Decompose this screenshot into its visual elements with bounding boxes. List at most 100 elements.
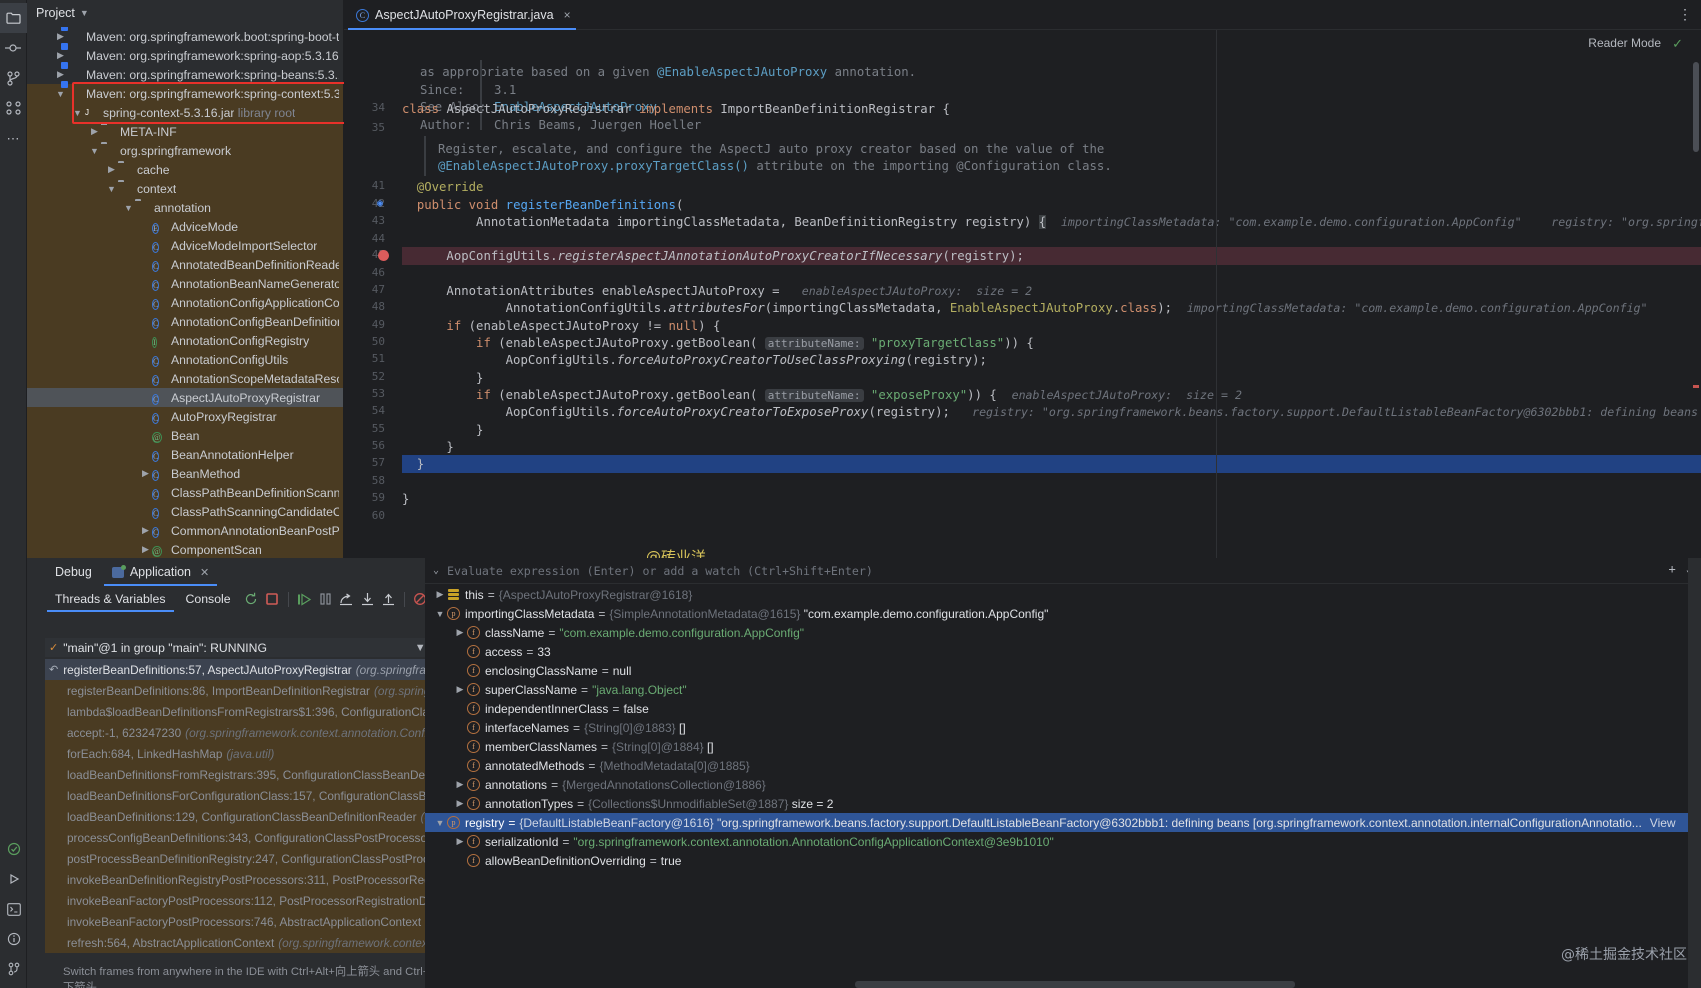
variable-row[interactable]: f access = 33 [425,642,1701,661]
stack-frame-item[interactable]: loadBeanDefinitions:129, ConfigurationCl… [45,806,445,827]
project-tree-item[interactable]: C AnnotationConfigApplicationContext [27,293,343,312]
chevron-right-icon[interactable]: ▶ [453,684,467,695]
step-out-icon[interactable] [378,588,399,610]
notifications-icon[interactable] [0,924,27,954]
stop-icon[interactable] [262,588,283,610]
editor-gutter[interactable]: 3435414243444546474849505152535455565758… [344,30,399,558]
variable-row[interactable]: ▶ this = {AspectJAutoProxyRegistrar@1618} [425,585,1701,604]
project-tree-item[interactable]: C AnnotatedBeanDefinitionReader [27,255,343,274]
project-tree-item[interactable]: C ClassPathScanningCandidateComponentProv… [27,502,343,521]
chevron-right-icon[interactable]: ▶ [54,31,67,42]
stack-frame-item[interactable]: ↶ registerBeanDefinitions:57, AspectJAuto… [45,659,445,680]
project-panel-header[interactable]: Project ▼ [27,0,343,26]
variables-tree[interactable]: ▶ this = {AspectJAutoProxyRegistrar@1618} ▼… [425,585,1701,988]
variable-row[interactable]: ▶ f annotations = {MergedAnnotationsCollecti… [425,775,1701,794]
stack-frame-item[interactable]: loadBeanDefinitionsFromRegistrars:395, C… [45,764,445,785]
chevron-down-icon[interactable]: ▼ [105,184,118,194]
stack-frame-item[interactable]: invokeBeanDefinitionRegistryPostProcesso… [45,869,445,890]
variable-row[interactable]: f enclosingClassName = null [425,661,1701,680]
stack-frame-item[interactable]: postProcessBeanDefinitionRegistry:247, C… [45,848,445,869]
chevron-right-icon[interactable]: ▶ [453,836,467,847]
editor-scrollbar[interactable] [1691,60,1701,558]
subtab-threads-variables[interactable]: Threads & Variables [45,586,176,612]
chevron-right-icon[interactable]: ▶ [433,589,447,600]
project-tree-item[interactable]: ▶ META-INF [27,122,343,141]
stack-frame-item[interactable]: invokeBeanFactoryPostProcessors:112, Pos… [45,890,445,911]
variable-row[interactable]: f interfaceNames = {String[0]@1883} [] [425,718,1701,737]
stack-frames-list[interactable]: ↶ registerBeanDefinitions:57, AspectJAuto… [45,659,445,988]
variable-row[interactable]: ▶ f className = "com.example.demo.configurat… [425,623,1701,642]
project-tree-item[interactable]: ▶ C BeanMethod [27,464,343,483]
stack-frame-item[interactable]: loadBeanDefinitionsForConfigurationClass… [45,785,445,806]
stack-frame-item[interactable]: invokeBeanFactoryPostProcessors:746, Abs… [45,911,445,932]
chevron-right-icon[interactable]: ▶ [453,627,467,638]
project-tree[interactable]: ▶ Maven: org.springframework.boot:spring-… [27,27,343,558]
structure-icon[interactable] [0,93,27,123]
chevron-right-icon[interactable]: ▶ [54,50,67,61]
project-tree-item[interactable]: ▼ annotation [27,198,343,217]
more-options-icon[interactable]: ⋮ [1678,6,1693,23]
project-tree-item[interactable]: ▶ cache [27,160,343,179]
stack-frame-item[interactable]: refresh:564, AbstractApplicationContext(… [45,932,445,953]
rerun-icon[interactable] [241,588,262,610]
variables-horizontal-scrollbar[interactable] [855,981,1295,988]
chevron-right-icon[interactable]: ▶ [54,69,67,80]
run-icon[interactable] [0,864,27,894]
chevron-right-icon[interactable]: ▶ [139,544,152,555]
evaluate-expression-bar[interactable]: ⌄ Evaluate expression (Enter) or add a w… [425,558,1701,584]
step-into-icon[interactable] [357,588,378,610]
add-watch-icon[interactable]: + [1669,562,1676,576]
chevron-down-icon[interactable]: ▼ [433,609,447,619]
reader-mode-label[interactable]: Reader Mode [1588,36,1661,50]
project-tree-item[interactable]: C AnnotationConfigUtils [27,350,343,369]
variable-row[interactable]: ▶ f annotationTypes = {Collections$Unmodifia… [425,794,1701,813]
code-view[interactable]: Reader Mode ✓ 34354142434445464748495051… [344,30,1701,558]
variable-row[interactable]: f annotatedMethods = {MethodMetadata[0]@188… [425,756,1701,775]
stack-frame-item[interactable]: processConfigBeanDefinitions:343, Config… [45,827,445,848]
pause-program-icon[interactable] [315,588,336,610]
chevron-down-icon[interactable]: ▼ [54,89,67,99]
variable-row[interactable]: f allowBeanDefinitionOverriding = true [425,851,1701,870]
tab-debug[interactable]: Debug [45,558,102,586]
project-tree-item[interactable]: ▶ Maven: org.springframework.boot:spring-… [27,27,343,46]
commit-tool-icon[interactable] [0,33,27,63]
variable-row[interactable]: ▼ p importingClassMetadata = {SimpleAnnotati… [425,604,1701,623]
chevron-down-icon[interactable]: ▼ [80,8,89,18]
variable-row[interactable]: ▼ p registry = {DefaultListableBeanFactory@1… [425,813,1701,832]
resume-program-icon[interactable] [294,588,315,610]
project-tree-item[interactable]: ▼ context [27,179,343,198]
project-tree-item[interactable]: ▼ org.springframework [27,141,343,160]
variable-row[interactable]: f independentInnerClass = false [425,699,1701,718]
chevron-down-icon[interactable]: ▼ [122,203,135,213]
chevron-right-icon[interactable]: ▶ [453,798,467,809]
project-tree-item[interactable]: C AnnotationConfigBeanDefinitionParser [27,312,343,331]
problems-icon[interactable] [0,834,27,864]
subtab-console[interactable]: Console [176,586,241,612]
project-tree-item[interactable]: ▶ Maven: org.springframework:spring-aop:5… [27,46,343,65]
close-icon[interactable]: × [564,8,571,22]
variable-row[interactable]: ▶ f superClassName = "java.lang.Object" [425,680,1701,699]
project-tool-icon[interactable] [0,3,27,33]
project-tree-item[interactable]: C AspectJAutoProxyRegistrar [27,388,343,407]
variable-row[interactable]: f memberClassNames = {String[0]@1884} [] [425,737,1701,756]
chevron-right-icon[interactable]: ▶ [139,525,152,536]
chevron-right-icon[interactable]: ▶ [139,468,152,479]
step-over-icon[interactable] [336,588,357,610]
editor-tab-aspectj[interactable]: C AspectJAutoProxyRegistrar.java × [344,0,580,30]
tab-application[interactable]: Application ✕ [102,558,219,586]
project-tree-item[interactable]: ▶ Maven: org.springframework:spring-beans… [27,65,343,84]
chevron-down-icon[interactable]: ⌄ [433,565,439,576]
project-tree-item[interactable]: C AutoProxyRegistrar [27,407,343,426]
stack-frame-item[interactable]: registerBeanDefinitions:86, ImportBeanDe… [45,680,445,701]
override-method-icon[interactable]: ◉ [377,198,388,209]
chevron-right-icon[interactable]: ▶ [88,126,101,137]
project-tree-item[interactable]: I AnnotationConfigRegistry [27,331,343,350]
close-icon[interactable]: ✕ [200,566,209,579]
stack-frame-item[interactable]: accept:-1, 623247230 (org.springframework… [45,722,445,743]
project-tree-item[interactable]: E AdviceMode [27,217,343,236]
terminal-icon[interactable] [0,894,27,924]
project-tree-item[interactable]: ▶C CommonAnnotationBeanPostProcessor [27,521,343,540]
project-tree-item[interactable]: C AdviceModeImportSelector [27,236,343,255]
project-tree-item[interactable]: C ClassPathBeanDefinitionScanner [27,483,343,502]
project-tree-item[interactable]: ▼ Maven: org.springframework:spring-conte… [27,84,343,103]
